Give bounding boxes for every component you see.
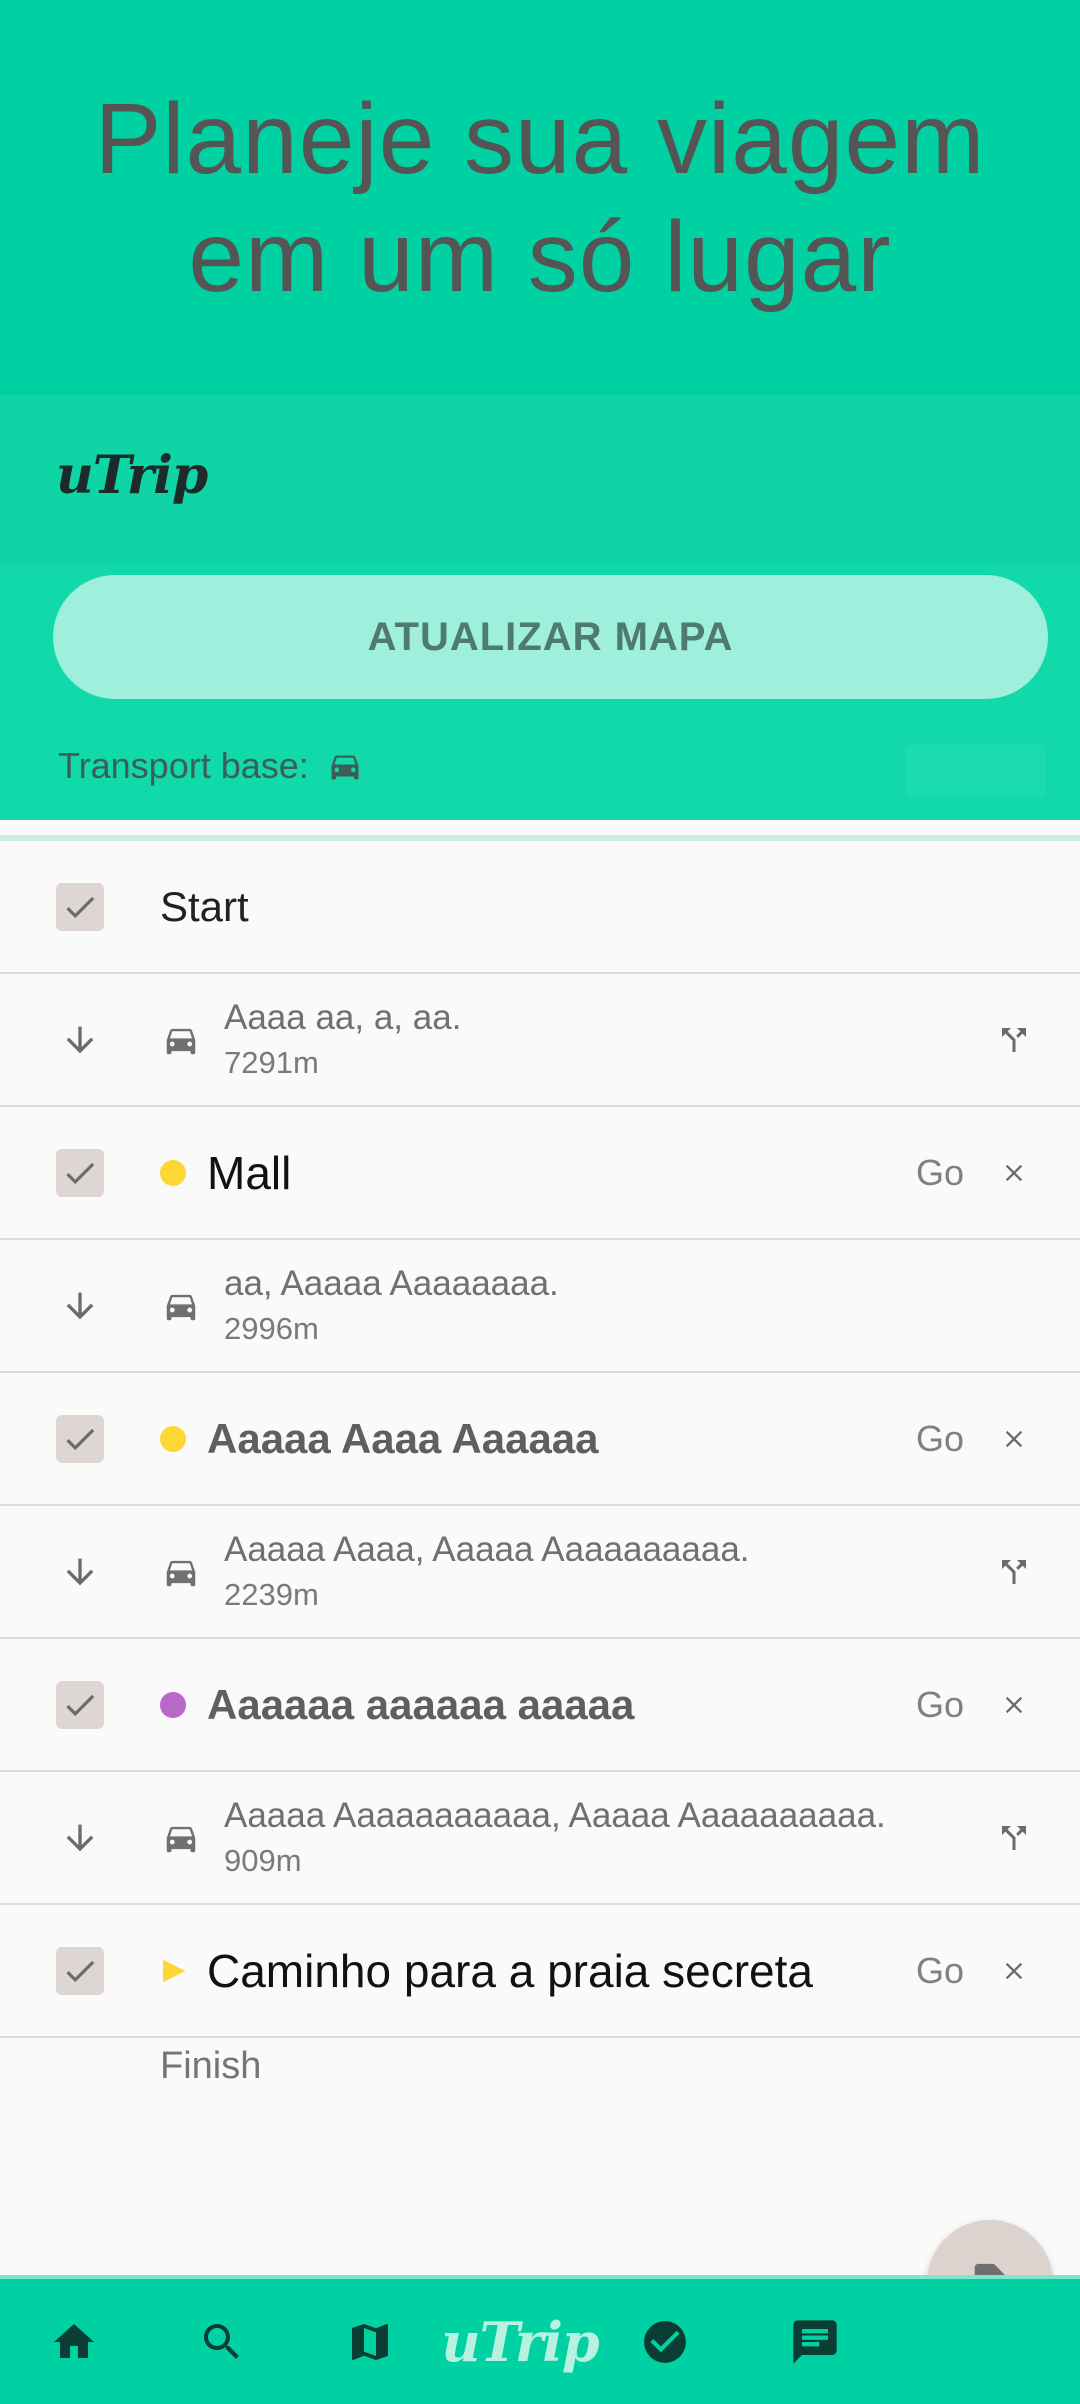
leg-address: Aaaa aa, a, aa. [224,998,462,1037]
stop-marker-dot [160,1691,186,1718]
stop-marker-dot [160,1159,186,1186]
nav-map[interactable] [330,2279,410,2404]
leg-distance: 2996m [224,1311,319,1346]
route-leg: Aaaaa Aaaa, Aaaaa Aaaaaaaaaa. 2239m [0,1506,1080,1639]
fork-icon[interactable] [996,1554,1032,1590]
leg-distance: 909m [224,1843,302,1878]
close-icon[interactable] [1000,1957,1028,1985]
finish-label: Finish [160,2045,262,2087]
hero-banner: Planeje sua viagem em um só lugar [0,0,1080,395]
leg-address: aa, Aaaaa Aaaaaaaa. [224,1264,559,1303]
car-icon [166,1826,196,1852]
stop-checkbox[interactable] [56,1946,104,1995]
chat-icon [793,2319,837,2364]
check-icon [66,1694,95,1716]
route-leg: Aaaa aa, a, aa. 7291m [0,974,1080,1107]
play-marker-icon [163,1959,186,1982]
check-icon [66,1162,95,1184]
fork-icon[interactable] [996,1820,1032,1856]
transport-base[interactable]: Transport base: [58,745,363,787]
start-checkbox[interactable] [56,882,104,931]
stop-name[interactable]: Caminho para a praia secreta [207,1944,813,1998]
nav-checklist[interactable] [625,2279,705,2404]
leg-distance: 2239m [224,1577,319,1612]
transport-label: Transport base: [58,745,309,786]
check-icon [66,896,95,918]
check-icon [66,1960,95,1982]
arrow-down-icon [66,1026,94,1053]
nav-home[interactable] [34,2279,114,2404]
close-icon[interactable] [1000,1159,1028,1187]
leg-address: Aaaaa Aaaaaaaaaaa, Aaaaa Aaaaaaaaaa. [224,1796,886,1835]
go-button[interactable]: Go [916,1950,964,1992]
arrow-down-icon [66,1824,94,1851]
close-icon[interactable] [1000,1691,1028,1719]
stop-name[interactable]: Mall [207,1146,291,1200]
itinerary-list: Start Aaaa aa, a, aa. 7291m Mall Go aa, … [0,841,1080,2038]
car-icon [166,1028,196,1054]
start-label: Start [160,882,249,930]
fork-icon[interactable] [996,1022,1032,1058]
go-button[interactable]: Go [916,1684,964,1726]
car-icon [166,1560,196,1586]
route-leg: Aaaaa Aaaaaaaaaaa, Aaaaa Aaaaaaaaaa. 909… [0,1772,1080,1905]
check-icon [66,1428,95,1450]
stop-marker-dot [160,1425,186,1452]
app-logo: uTrip [56,445,208,506]
stop-name[interactable]: Aaaaa Aaaa Aaaaaa [207,1415,599,1463]
car-icon [331,755,359,780]
stop-row: Aaaaa Aaaa Aaaaaa Go [0,1373,1080,1506]
nav-chat[interactable] [775,2279,855,2404]
search-icon [204,2323,239,2359]
check-circle-icon [644,2320,686,2363]
close-icon[interactable] [1000,1425,1028,1453]
stop-row: Caminho para a praia secreta Go [0,1905,1080,2038]
car-icon [166,1294,196,1320]
stop-name[interactable]: Aaaaaa aaaaaa aaaaa [207,1681,634,1729]
leg-distance: 7291m [224,1045,319,1080]
hero-title: Planeje sua viagem em um só lugar [94,82,986,313]
stop-row: Aaaaaa aaaaaa aaaaa Go [0,1639,1080,1772]
arrow-down-icon [66,1558,94,1585]
update-map-button[interactable]: ATUALIZAR MAPA [53,575,1048,699]
stop-checkbox[interactable] [56,1414,104,1463]
bottom-navigation: uTrip [0,2275,1080,2404]
nav-search[interactable] [182,2279,262,2404]
stop-checkbox[interactable] [56,1680,104,1729]
arrow-down-icon [66,1292,94,1319]
map-icon [352,2323,388,2360]
go-button[interactable]: Go [916,1152,964,1194]
start-row: Start [0,841,1080,974]
stop-row: Mall Go [0,1107,1080,1240]
leg-address: Aaaaa Aaaa, Aaaaa Aaaaaaaaaa. [224,1530,750,1569]
nav-utrip[interactable]: uTrip [441,2279,599,2404]
go-button[interactable]: Go [916,1418,964,1460]
home-icon [54,2323,94,2358]
stop-checkbox[interactable] [56,1148,104,1197]
top-panel: uTrip ATUALIZAR MAPA Transport base: [0,395,1080,820]
route-leg: aa, Aaaaa Aaaaaaaa. 2996m [0,1240,1080,1373]
